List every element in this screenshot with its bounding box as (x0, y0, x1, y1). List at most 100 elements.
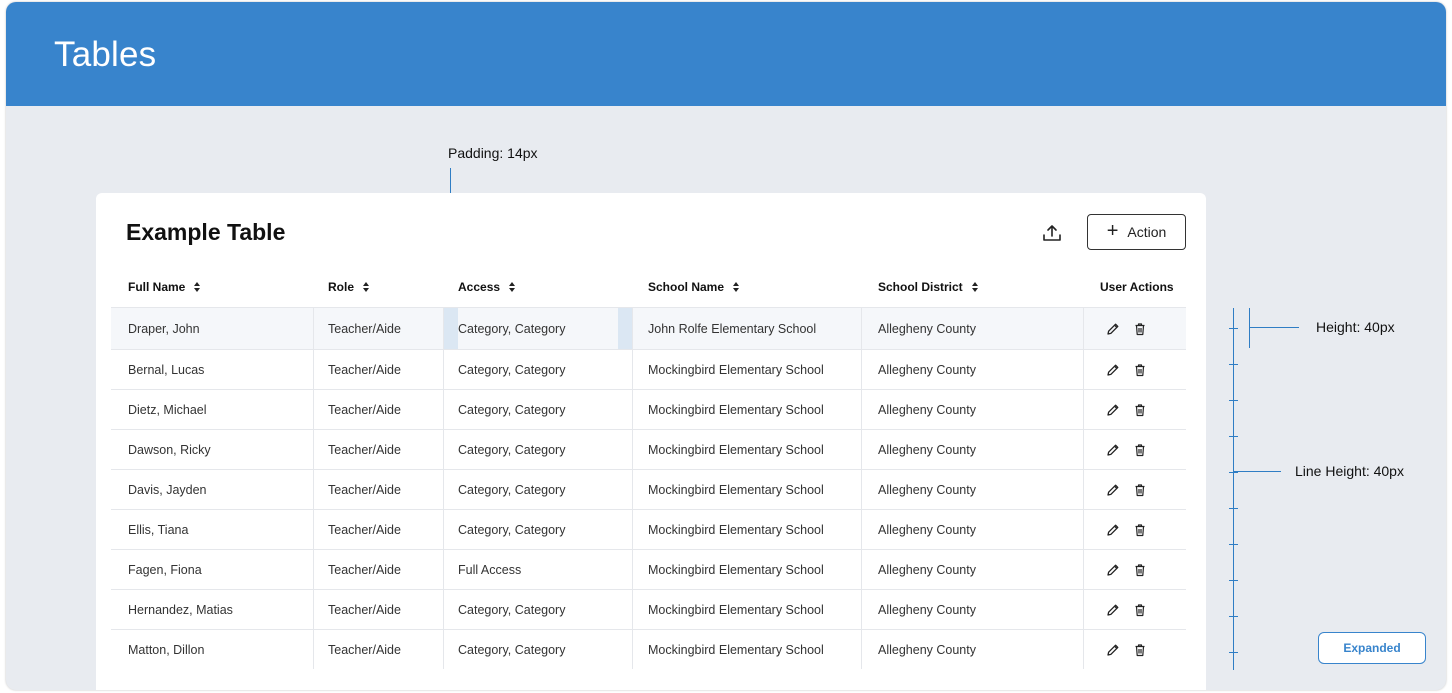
table-cell-actions (1084, 308, 1186, 349)
column-header[interactable]: School Name (633, 267, 862, 307)
pencil-icon[interactable] (1106, 603, 1120, 617)
trash-icon[interactable] (1133, 643, 1147, 657)
table-cell-name: Hernandez, Matias (111, 590, 314, 629)
table-cell-actions (1084, 550, 1186, 589)
pencil-icon[interactable] (1106, 443, 1120, 457)
page-title: Tables (54, 35, 157, 74)
table-cell-district: Allegheny County (862, 630, 1084, 669)
table-row[interactable]: Draper, John Teacher/Aide Category, Catego… (111, 307, 1186, 349)
table-cell-name: Davis, Jayden (111, 470, 314, 509)
sort-icon[interactable] (508, 282, 516, 292)
column-header-label: User Actions (1100, 280, 1174, 294)
sort-icon[interactable] (732, 282, 740, 292)
trash-icon[interactable] (1133, 523, 1147, 537)
table-cell-district: Allegheny County (862, 550, 1084, 589)
table-row[interactable]: Davis, Jayden Teacher/Aide Category, Categ… (111, 469, 1186, 509)
table-row[interactable]: Ellis, Tiana Teacher/Aide Category, Catego… (111, 509, 1186, 549)
table-cell-school: Mockingbird Elementary School (633, 590, 862, 629)
table-cell-role: Teacher/Aide (314, 510, 444, 549)
ruler-tick (1229, 364, 1238, 365)
table-cell-name: Draper, John (111, 308, 314, 349)
table-cell-access: Category, Category (444, 350, 633, 389)
table-cell-role: Teacher/Aide (314, 590, 444, 629)
table-row[interactable]: Fagen, Fiona Teacher/Aide Full Access Mocki… (111, 549, 1186, 589)
height-annotation-bracket (1249, 308, 1250, 348)
column-header-label: Full Name (128, 280, 186, 294)
table-cell-school: Mockingbird Elementary School (633, 630, 862, 669)
table-cell-school: Mockingbird Elementary School (633, 550, 862, 589)
pencil-icon[interactable] (1106, 643, 1120, 657)
table-cell-school: Mockingbird Elementary School (633, 390, 862, 429)
column-header-label: Access (458, 280, 501, 294)
table-cell-name: Fagen, Fiona (111, 550, 314, 589)
padding-annotation: Padding: 14px (448, 145, 538, 161)
column-header-label: School District (878, 280, 963, 294)
table-row[interactable]: Hernandez, Matias Teacher/Aide Category, C… (111, 589, 1186, 629)
padding-highlight-left (444, 308, 458, 349)
line-height-annotation: Line Height: 40px (1295, 463, 1404, 479)
table-row[interactable]: Dietz, Michael Teacher/Aide Category, Cate… (111, 389, 1186, 429)
table-cell-access: Category, Category (444, 470, 633, 509)
pencil-icon[interactable] (1106, 363, 1120, 377)
ruler-tick (1229, 580, 1238, 581)
table-cell-school: Mockingbird Elementary School (633, 510, 862, 549)
pencil-icon[interactable] (1106, 563, 1120, 577)
table-cell-role: Teacher/Aide (314, 350, 444, 389)
export-button[interactable] (1040, 221, 1064, 245)
pencil-icon[interactable] (1106, 322, 1120, 336)
table-cell-role: Teacher/Aide (314, 470, 444, 509)
sort-icon[interactable] (362, 282, 370, 292)
table-header-row: Full Name Role Access School Name School Dis… (111, 267, 1186, 307)
table-cell-access: Category, Category (444, 590, 633, 629)
height-annotation: Height: 40px (1316, 319, 1395, 335)
ruler-tick (1229, 328, 1238, 329)
sort-icon[interactable] (971, 282, 979, 292)
action-button-label: Action (1127, 224, 1167, 240)
trash-icon[interactable] (1133, 363, 1147, 377)
table-cell-access: Category, Category (444, 390, 633, 429)
column-header[interactable]: Access (444, 267, 633, 307)
table-cell-role: Teacher/Aide (314, 430, 444, 469)
action-button[interactable]: + Action (1087, 214, 1186, 250)
table-cell-access: Category, Category (444, 630, 633, 669)
trash-icon[interactable] (1133, 603, 1147, 617)
pencil-icon[interactable] (1106, 523, 1120, 537)
ruler-tick (1229, 400, 1238, 401)
sort-icon[interactable] (193, 282, 201, 292)
trash-icon[interactable] (1133, 403, 1147, 417)
upload-icon (1043, 225, 1061, 241)
column-header[interactable]: Role (314, 267, 444, 307)
table-cell-access: Category, Category (444, 510, 633, 549)
column-header-label: School Name (648, 280, 725, 294)
trash-icon[interactable] (1133, 322, 1147, 336)
table-cell-name: Bernal, Lucas (111, 350, 314, 389)
table-row[interactable]: Dawson, Ricky Teacher/Aide Category, Categ… (111, 429, 1186, 469)
table-cell-access: Category, Category (444, 308, 633, 349)
table-cell-name: Dietz, Michael (111, 390, 314, 429)
table-cell-name: Matton, Dillon (111, 630, 314, 669)
column-header[interactable]: School District (862, 267, 1084, 307)
column-header[interactable]: Full Name (111, 267, 314, 307)
table-cell-district: Allegheny County (862, 590, 1084, 629)
expanded-button[interactable]: Expanded (1318, 632, 1426, 664)
table-cell-district: Allegheny County (862, 308, 1084, 349)
table-cell-access: Full Access (444, 550, 633, 589)
ruler-tick (1229, 616, 1238, 617)
table-row[interactable]: Matton, Dillon Teacher/Aide Category, Cate… (111, 629, 1186, 669)
table-cell-actions (1084, 510, 1186, 549)
table-row[interactable]: Bernal, Lucas Teacher/Aide Category, Categ… (111, 349, 1186, 389)
table-cell-actions (1084, 470, 1186, 509)
column-header: User Actions (1084, 267, 1186, 307)
trash-icon[interactable] (1133, 443, 1147, 457)
table-cell-role: Teacher/Aide (314, 308, 444, 349)
pencil-icon[interactable] (1106, 483, 1120, 497)
table-cell-actions (1084, 390, 1186, 429)
table-cell-actions (1084, 630, 1186, 669)
trash-icon[interactable] (1133, 483, 1147, 497)
table-cell-school: Mockingbird Elementary School (633, 430, 862, 469)
pencil-icon[interactable] (1106, 403, 1120, 417)
table-cell-district: Allegheny County (862, 350, 1084, 389)
trash-icon[interactable] (1133, 563, 1147, 577)
table-cell-district: Allegheny County (862, 470, 1084, 509)
table-cell-district: Allegheny County (862, 390, 1084, 429)
